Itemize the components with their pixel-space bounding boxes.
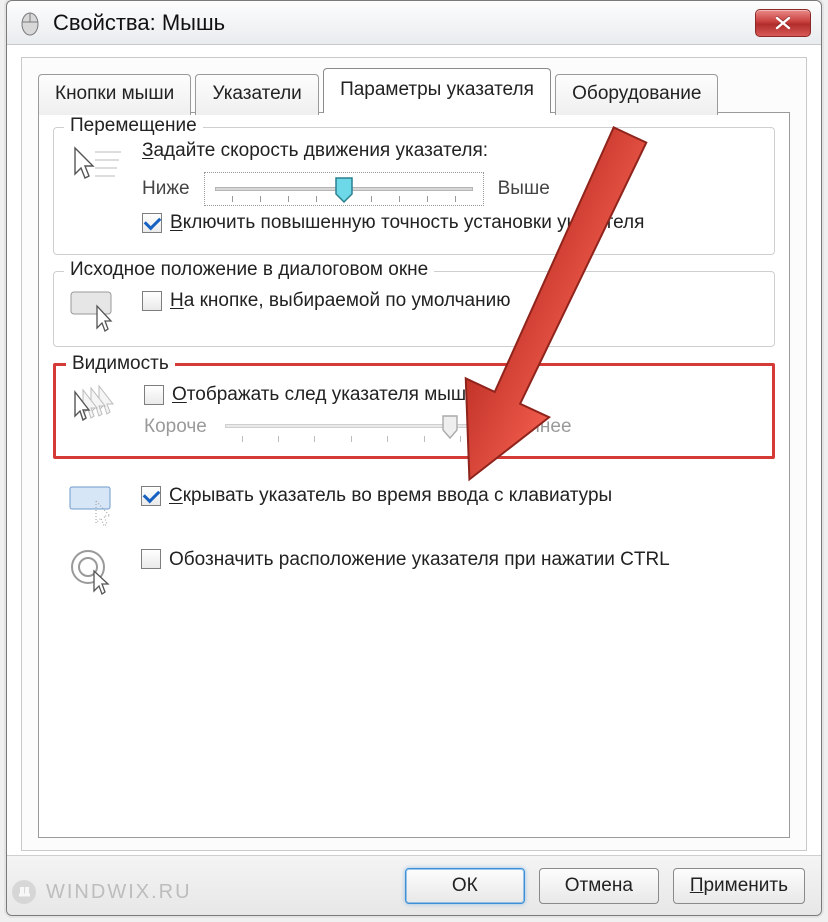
tabstrip: Кнопки мыши Указатели Параметры указател… [38, 68, 790, 114]
ctrl-locate-checkbox[interactable] [141, 549, 161, 569]
pointer-trails-checkbox[interactable] [144, 385, 164, 405]
group-snap-legend: Исходное положение в диалоговом окне [64, 259, 434, 281]
watermark: WINDWIX.RU [10, 878, 192, 906]
snap-to-label: На кнопке, выбираемой по умолчанию [170, 290, 510, 312]
mouse-icon [17, 10, 43, 36]
close-button[interactable] [755, 9, 811, 37]
tab-page: Перемещение [38, 112, 790, 838]
ok-button[interactable]: ОК [405, 868, 525, 904]
trails-shorter-label: Короче [144, 416, 207, 438]
speed-slider[interactable] [204, 172, 484, 206]
speed-slider-row: Ниже [142, 172, 762, 206]
apply-button[interactable]: Применить [673, 868, 805, 904]
group-snap: Исходное положение в диалоговом окне [53, 271, 775, 347]
trails-slider[interactable] [221, 412, 481, 442]
motion-icon [66, 140, 128, 190]
row-ctrl-locate: Обозначить расположение указателя при на… [53, 539, 775, 599]
hide-typing-checkbox[interactable] [141, 486, 161, 506]
watermark-icon [10, 878, 38, 906]
tab-pointers[interactable]: Указатели [195, 74, 318, 115]
tab-hardware[interactable]: Оборудование [555, 74, 718, 115]
trails-icon [68, 378, 130, 428]
tab-buttons[interactable]: Кнопки мыши [38, 74, 191, 115]
enhance-precision-checkbox[interactable] [142, 213, 162, 233]
row-hide-typing: Скрывать указатель во время ввода с клав… [53, 475, 775, 531]
enhance-precision-label: Включить повышенную точность установки у… [170, 212, 644, 234]
group-motion-legend: Перемещение [64, 115, 203, 137]
hide-typing-label: Скрывать указатель во время ввода с клав… [169, 485, 612, 507]
snap-to-checkbox[interactable] [142, 291, 162, 311]
close-icon [774, 16, 792, 30]
speed-label: Задайте скорость движения указателя: [142, 140, 762, 162]
snap-icon [66, 284, 128, 332]
hide-typing-icon [65, 479, 127, 527]
speed-faster-label: Выше [498, 178, 550, 200]
window-title: Свойства: Мышь [53, 10, 225, 36]
client-area: Кнопки мыши Указатели Параметры указател… [21, 57, 807, 851]
tab-pointer-options[interactable]: Параметры указателя [323, 68, 551, 113]
cancel-button[interactable]: Отмена [539, 868, 659, 904]
speed-slower-label: Ниже [142, 178, 190, 200]
titlebar: Свойства: Мышь [7, 1, 821, 45]
group-visibility-legend: Видимость [66, 353, 175, 375]
group-motion: Перемещение [53, 127, 775, 255]
pointer-trails-label: Отображать след указателя мыши [172, 384, 477, 406]
dialog-window: Свойства: Мышь Кнопки мыши Указатели Пар… [6, 0, 822, 916]
ctrl-locate-label: Обозначить расположение указателя при на… [169, 549, 670, 571]
group-visibility: Видимость [53, 363, 775, 459]
ctrl-locate-icon [65, 543, 127, 595]
trails-longer-label: Длиннее [495, 416, 572, 438]
